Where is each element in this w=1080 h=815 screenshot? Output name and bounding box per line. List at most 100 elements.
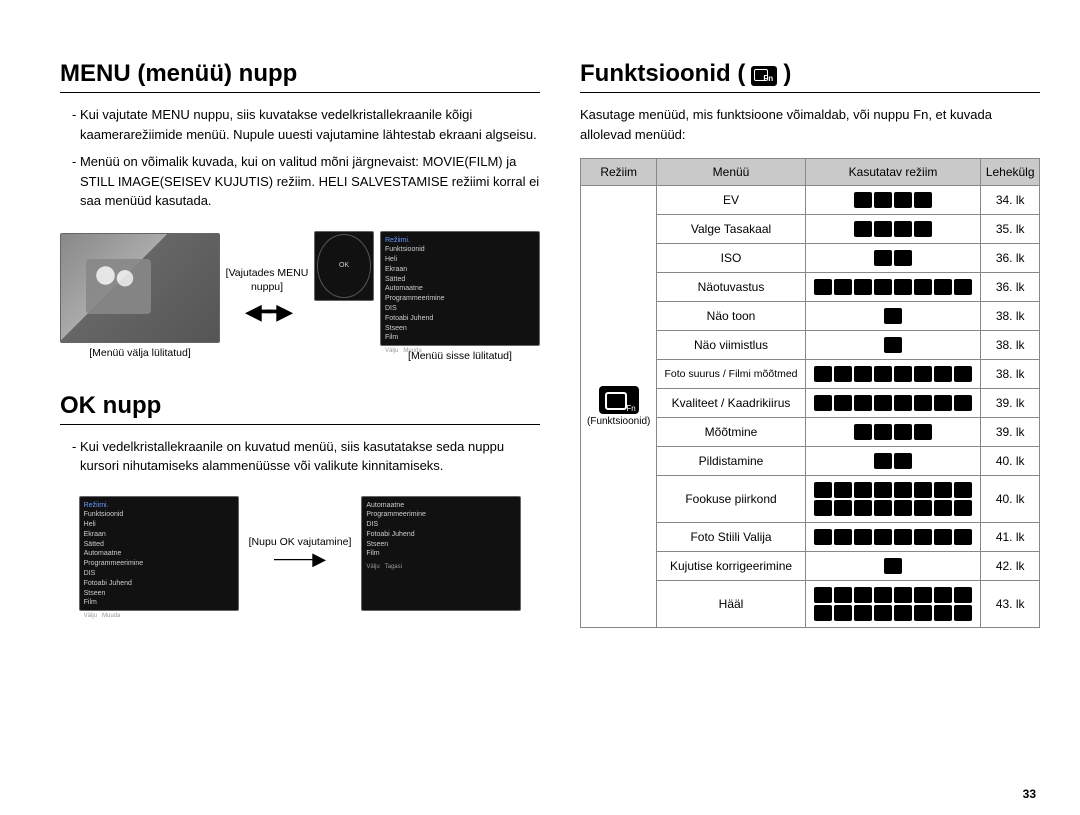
label-press-ok: [Nupu OK vajutamine] [249,536,352,550]
usable-modes-cell [805,215,981,244]
mode-icon [834,500,852,516]
mode-icon [914,529,932,545]
mode-icon [894,500,912,516]
mode-icon [884,558,902,574]
mode-icon [894,395,912,411]
mode-icon [954,605,972,621]
mode-icon [854,424,872,440]
page-ref-cell: 41. lk [981,523,1040,552]
usable-modes-cell [805,302,981,331]
page-ref-cell: 38. lk [981,360,1040,389]
mode-icon [814,605,832,621]
menu-cell: EV [657,186,805,215]
mode-icon [914,424,932,440]
section-title-menu: MENU (menüü) nupp [60,60,540,93]
mode-icon [934,605,952,621]
mode-icon [934,482,952,498]
thumb-menu-on: Režiimi. Funktsioonid Heli Ekraan Sätted… [380,231,540,346]
usable-modes-cell [805,476,981,523]
menu-cell: ISO [657,244,805,273]
mode-icon [874,482,892,498]
usable-modes-cell [805,418,981,447]
text-functions-intro: Kasutage menüüd, mis funktsioone võimald… [580,105,1040,144]
mode-icon [834,587,852,603]
mode-icon [954,587,972,603]
mode-icon [954,529,972,545]
mode-icon [884,308,902,324]
mode-icon [954,279,972,295]
mode-icon [874,605,892,621]
page-number: 33 [1023,787,1036,801]
camera-fn-icon [599,386,639,414]
menu-cell: Valge Tasakaal [657,215,805,244]
mode-icon [934,395,952,411]
usable-modes-cell [805,447,981,476]
thumb-ok-after: Automaatne Programmeerimine DIS Fotoabi … [361,496,521,611]
mode-icon [954,500,972,516]
menu-cell: Hääl [657,581,805,628]
page-ref-cell: 36. lk [981,244,1040,273]
mode-icon [894,587,912,603]
mode-icon [854,221,872,237]
thumb-menu-off [60,233,220,343]
menu-cell: Kvaliteet / Kaadrikiirus [657,389,805,418]
mode-icon [934,279,952,295]
mode-icon [914,605,932,621]
mode-icon [914,500,932,516]
mode-icon [894,279,912,295]
mode-icon [894,529,912,545]
mode-icon [894,192,912,208]
mode-icon [874,279,892,295]
mode-icon [834,482,852,498]
mode-icon [934,500,952,516]
mode-icon [834,395,852,411]
menu-cell: Mõõtmine [657,418,805,447]
usable-modes-cell [805,331,981,360]
menu-cell: Fookuse piirkond [657,476,805,523]
mode-icon [854,192,872,208]
mode-icon [854,529,872,545]
mode-icon [814,279,832,295]
mode-icon [854,587,872,603]
mode-icon [834,366,852,382]
mode-icon [914,482,932,498]
label-press-menu: [Vajutades MENU nuppu] [220,267,314,294]
menu-cell: Pildistamine [657,447,805,476]
mode-cell: (Funktsioonid) [581,186,657,628]
thumb-dpad: OK [314,231,374,301]
mode-icon [874,366,892,382]
mode-icon [854,605,872,621]
mode-icon [834,279,852,295]
mode-icon [874,529,892,545]
usable-modes-cell [805,244,981,273]
mode-icon [914,587,932,603]
menu-cell: Foto suurus / Filmi mõõtmed [657,360,805,389]
page-ref-cell: 36. lk [981,273,1040,302]
fn-icon: Fn [751,66,777,86]
mode-icon [914,395,932,411]
mode-icon [874,500,892,516]
usable-modes-cell [805,581,981,628]
page-ref-cell: 38. lk [981,331,1040,360]
text-menu-p1: - Kui vajutate MENU nuppu, siis kuvataks… [80,105,540,144]
page-ref-cell: 38. lk [981,302,1040,331]
mode-icon [874,424,892,440]
caption-menu-on: [Menüü sisse lülitatud] [408,350,512,362]
arrow-right-icon: ───▶ [274,549,326,570]
mode-icon [894,453,912,469]
section-title-ok: OK nupp [60,392,540,425]
mode-icon [954,395,972,411]
mode-icon [954,366,972,382]
th-page: Lehekülg [981,159,1040,186]
menu-cell: Näo toon [657,302,805,331]
usable-modes-cell [805,273,981,302]
mode-icon [854,366,872,382]
usable-modes-cell [805,360,981,389]
menu-cell: Kujutise korrigeerimine [657,552,805,581]
section-title-functions: Funktsioonid ( Fn ) [580,60,1040,93]
thumb-ok-before: Režiimi. Funktsioonid Heli Ekraan Sätted… [79,496,239,611]
text-menu-p2: - Menüü on võimalik kuvada, kui on valit… [80,152,540,211]
mode-icon [854,279,872,295]
table-row: (Funktsioonid)EV34. lk [581,186,1040,215]
mode-icon [854,500,872,516]
